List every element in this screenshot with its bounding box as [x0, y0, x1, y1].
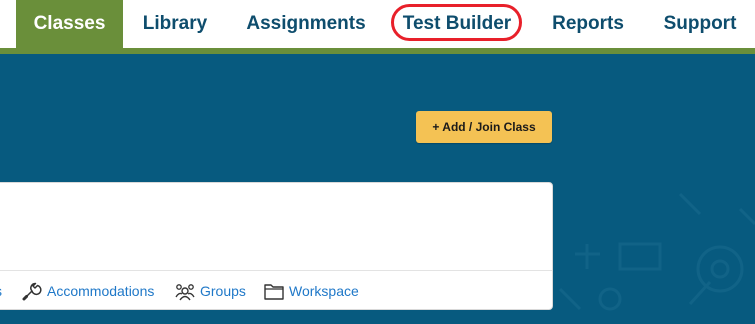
class-card: s Accommodations: [0, 182, 553, 310]
card-link-workspace-label: Workspace: [289, 282, 359, 299]
card-link-groups-label: Groups: [200, 282, 246, 299]
classes-banner: + Add / Join Class s Accommodations: [0, 54, 755, 324]
class-card-links: s Accommodations: [0, 271, 552, 310]
tab-reports[interactable]: Reports: [540, 0, 636, 48]
wrench-icon: [21, 280, 43, 302]
folder-icon: [263, 280, 285, 302]
card-link-accommodations-label: Accommodations: [47, 282, 155, 299]
card-link-groups[interactable]: Groups: [174, 271, 246, 310]
tab-test-builder[interactable]: Test Builder: [394, 0, 520, 48]
card-link-workspace[interactable]: Workspace: [263, 271, 359, 310]
tab-support[interactable]: Support: [652, 0, 748, 48]
groups-icon: [174, 280, 196, 302]
card-link-truncated[interactable]: s: [0, 271, 2, 310]
tab-assignments[interactable]: Assignments: [236, 0, 376, 48]
card-link-truncated-label: s: [0, 283, 2, 299]
add-join-class-button[interactable]: + Add / Join Class: [416, 111, 552, 143]
tab-library[interactable]: Library: [130, 0, 220, 48]
card-link-accommodations[interactable]: Accommodations: [21, 271, 154, 310]
top-navigation: Classes Library Assignments Test Builder…: [0, 0, 755, 48]
tab-classes[interactable]: Classes: [16, 0, 123, 48]
